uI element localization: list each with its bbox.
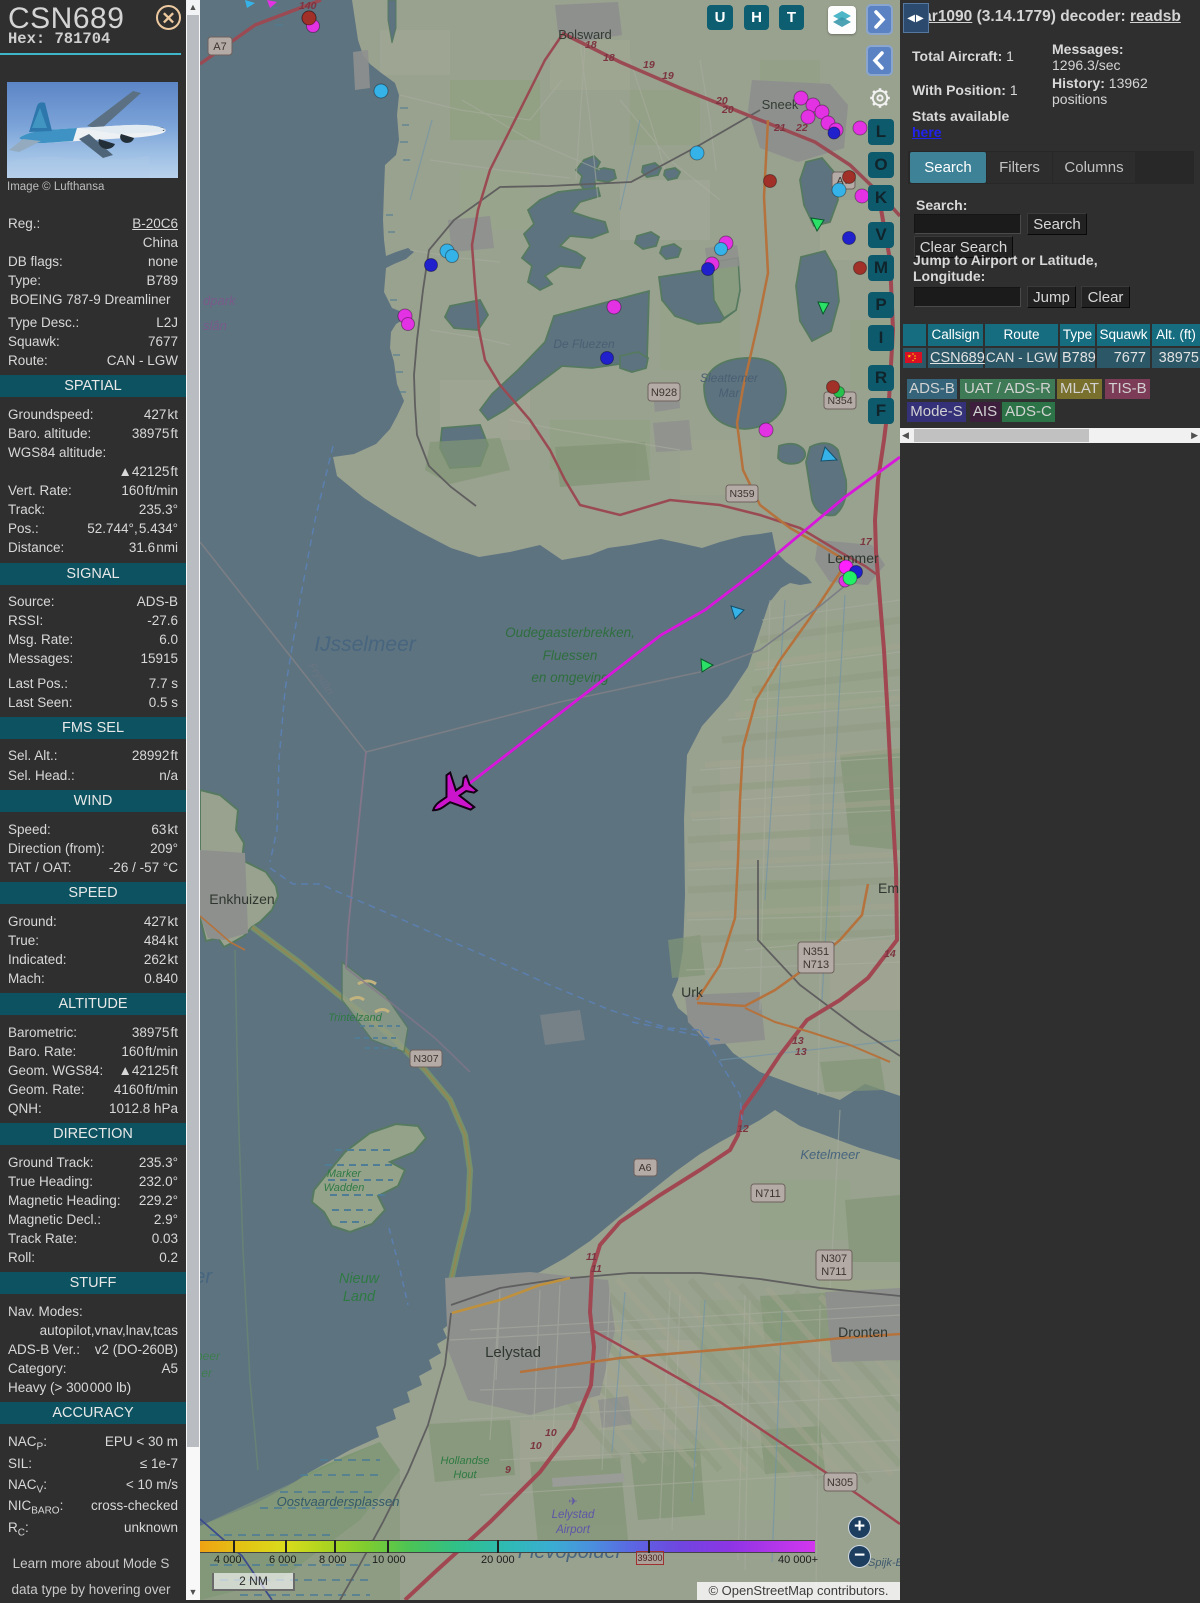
svg-text:✈: ✈	[568, 1496, 577, 1508]
svg-text:12: 12	[737, 1123, 749, 1135]
svg-text:21: 21	[773, 122, 786, 134]
svg-text:140: 140	[299, 0, 317, 12]
svg-text:Spijk-Br: Spijk-Br	[868, 1557, 900, 1569]
svg-text:17: 17	[860, 536, 873, 548]
svg-text:Urk: Urk	[681, 984, 704, 1000]
svg-text:Trintelzand: Trintelzand	[328, 1012, 382, 1024]
svg-text:De Fluezen: De Fluezen	[553, 337, 615, 351]
svg-text:Ketelmeer: Ketelmeer	[800, 1147, 860, 1162]
svg-text:Oostvaardersplassen: Oostvaardersplassen	[277, 1494, 400, 1509]
svg-text:er: er	[201, 1366, 213, 1380]
svg-text:18: 18	[585, 39, 597, 51]
svg-text:Airport: Airport	[555, 1524, 591, 1536]
svg-text:Hout: Hout	[453, 1469, 477, 1481]
svg-text:A7: A7	[213, 41, 226, 53]
svg-text:10: 10	[530, 1440, 542, 1452]
svg-text:Lelystad: Lelystad	[552, 1509, 595, 1521]
svg-text:N359: N359	[729, 488, 754, 500]
svg-text:11: 11	[586, 1251, 597, 1263]
svg-text:N307: N307	[821, 1253, 847, 1265]
svg-text:N305: N305	[827, 1477, 853, 1489]
svg-text:Lelystad: Lelystad	[485, 1344, 541, 1361]
svg-text:Marker: Marker	[327, 1168, 363, 1180]
svg-text:Oudegaasterbrekken,: Oudegaasterbrekken,	[505, 625, 635, 640]
svg-text:19: 19	[643, 59, 655, 71]
svg-text:Land: Land	[343, 1289, 376, 1305]
svg-text:eer: eer	[200, 1266, 213, 1288]
svg-text:N711: N711	[821, 1266, 846, 1278]
svg-text:Wadden: Wadden	[324, 1182, 365, 1194]
svg-text:Sleattemer: Sleattemer	[700, 371, 759, 385]
svg-text:N307: N307	[413, 1053, 438, 1065]
svg-text:11: 11	[591, 1263, 602, 1275]
svg-text:dpark: dpark	[203, 293, 237, 308]
svg-text:19: 19	[662, 70, 674, 82]
svg-text:N711: N711	[755, 1188, 780, 1200]
svg-text:10: 10	[545, 1427, 557, 1439]
svg-text:N351: N351	[803, 946, 829, 958]
svg-text:9: 9	[505, 1464, 511, 1476]
svg-text:A6: A6	[639, 1162, 652, 1174]
svg-text:13: 13	[795, 1046, 807, 1058]
svg-text:Dronten: Dronten	[838, 1324, 888, 1340]
svg-text:neer: neer	[200, 1349, 221, 1363]
svg-text:Mar: Mar	[719, 386, 741, 400]
svg-text:18: 18	[603, 52, 615, 64]
svg-text:20: 20	[721, 104, 734, 116]
svg-text:Emmeloord: Emmeloord	[878, 880, 900, 896]
svg-text:Nieuw: Nieuw	[339, 1271, 381, 1287]
svg-text:N713: N713	[803, 959, 829, 971]
svg-text:Fryslân: Fryslân	[306, 661, 337, 697]
svg-text:IJsselmeer: IJsselmeer	[314, 633, 417, 656]
svg-text:Enkhuizen: Enkhuizen	[209, 891, 274, 907]
svg-text:N928: N928	[651, 387, 677, 399]
svg-text:Fluessen: Fluessen	[543, 648, 598, 663]
svg-text:14: 14	[884, 948, 896, 960]
svg-text:Sneek: Sneek	[762, 97, 799, 112]
svg-text:Lemmer: Lemmer	[827, 550, 879, 566]
svg-text:Hollandse: Hollandse	[441, 1455, 490, 1467]
svg-text:slân: slân	[203, 318, 227, 333]
